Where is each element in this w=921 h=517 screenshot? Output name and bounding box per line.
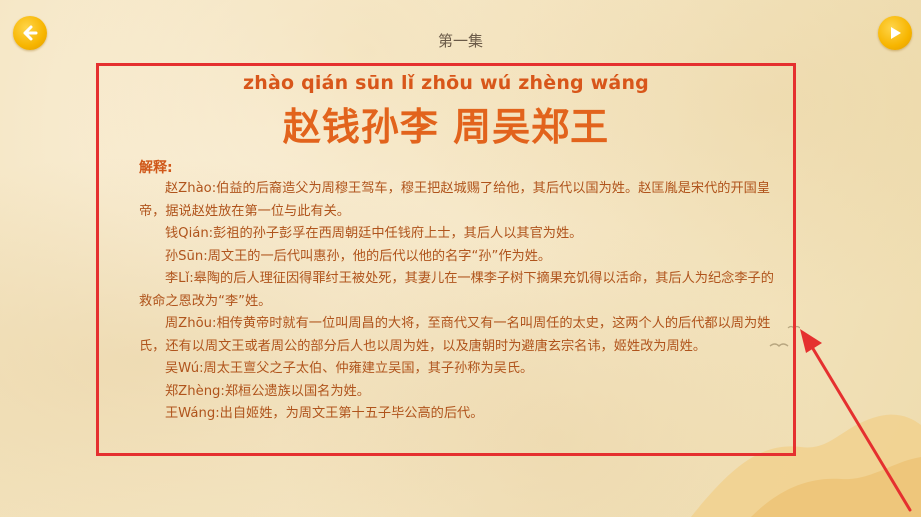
- explanation-list: 赵Zhào:伯益的后裔造父为周穆王驾车，穆王把赵城赐了给他，其后代以国为姓。赵匡…: [139, 178, 779, 426]
- explanation-entry-wu: 吴Wú:周太王亶父之子太伯、仲雍建立吴国，其子孙称为吴氏。: [165, 361, 534, 376]
- verse-hanzi: 赵钱孙李 周吴郑王: [282, 105, 610, 149]
- explanation-label: 解释:: [139, 160, 173, 176]
- explanation-entry-sun: 孙Sūn:周文王的一后代叫惠孙，他的后代以他的名字“孙”作为姓。: [165, 248, 552, 264]
- explanation-entry-zhao: 赵Zhào:伯益的后裔造父为周穆王驾车，穆王把赵城赐了给他，其后代以国为姓。赵匡…: [139, 181, 771, 219]
- explanation-entry-zhou: 周Zhōu:相传黄帝时就有一位叫周昌的大将，至商代又有一名叫周任的太史，这两个人…: [139, 316, 771, 354]
- red-arrow-annotation: [800, 329, 912, 512]
- verse-card: zhào qián sūn lǐ zhōu wú zhèng wáng 赵钱孙李…: [96, 63, 796, 456]
- explanation-entry-li: 李Lǐ:皋陶的后人理征因得罪纣王被处死，其妻儿在一棵李子树下摘果充饥得以活命，其…: [139, 271, 774, 309]
- explanation-entry-zheng: 郑Zhèng:郑桓公遗族以国名为姓。: [165, 383, 370, 399]
- explanation-entry-qian: 钱Qián:彭祖的孙子彭孚在西周朝廷中任钱府上士，其后人以其官为姓。: [165, 226, 583, 241]
- verse-pinyin: zhào qián sūn lǐ zhōu wú zhèng wáng: [243, 72, 649, 94]
- play-icon: [891, 27, 901, 39]
- explanation-entry-wang: 王Wáng:出自姬姓，为周文王第十五子毕公高的后代。: [165, 406, 484, 421]
- play-button[interactable]: [878, 16, 912, 50]
- episode-title: 第一集: [437, 32, 483, 50]
